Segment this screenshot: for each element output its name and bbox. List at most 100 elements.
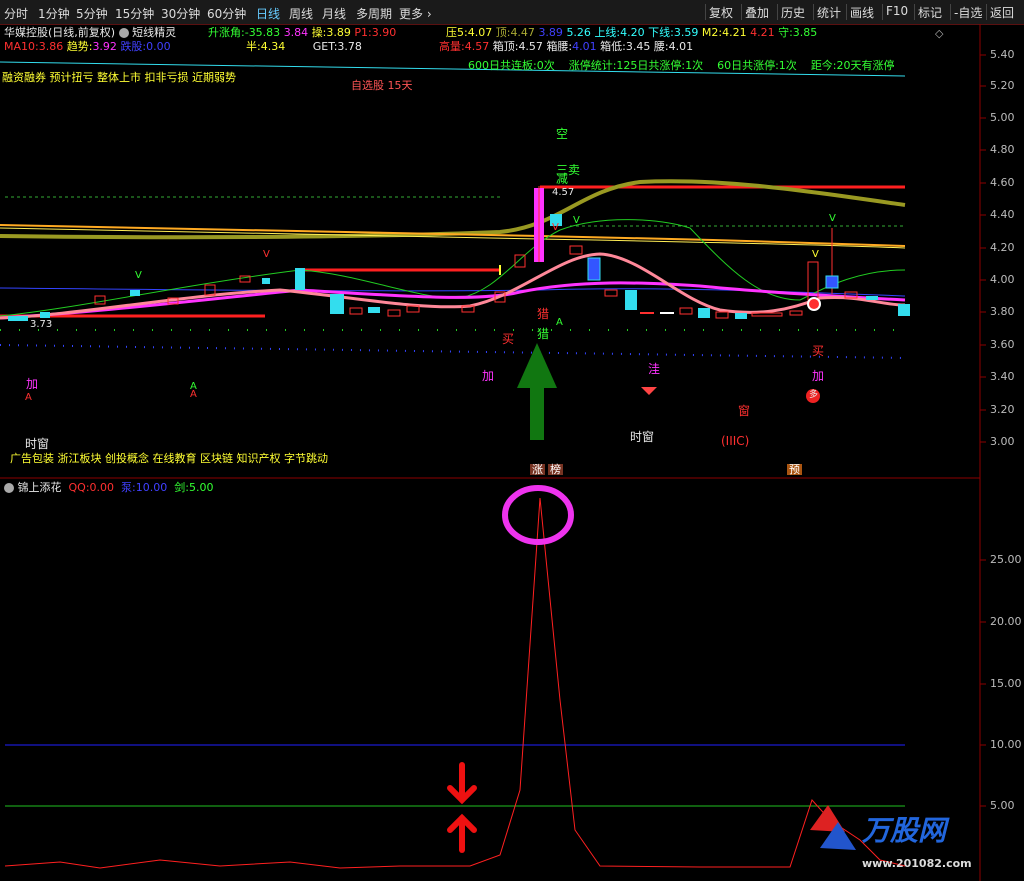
price-tick: 3.60: [990, 338, 1015, 351]
price-tick: 5.40: [990, 48, 1015, 61]
value-label: 上线:: [594, 26, 621, 39]
value-label: 趋势:: [66, 40, 93, 53]
signal-wa: 洼: [648, 362, 661, 376]
signal-v-5: V: [552, 222, 559, 233]
signal-v-3: V: [573, 215, 580, 226]
signal-kong: 空: [556, 127, 569, 141]
price-tick: 4.00: [990, 273, 1015, 286]
candle: [587, 257, 601, 281]
ranking-tag[interactable]: 榜: [548, 464, 563, 475]
time-window-label-2: 时窗: [630, 430, 655, 444]
price-tick: 4.40: [990, 208, 1015, 221]
value-label: 剑:: [174, 481, 189, 494]
double-arrow-red-icon: [447, 762, 477, 853]
signal-lie: 猎: [537, 307, 550, 321]
signal-jian: 减: [556, 172, 569, 186]
signal-a-4: A: [556, 317, 563, 328]
signal-v-6: V: [812, 249, 819, 260]
watchlist-days: 自选股 15天: [351, 79, 413, 92]
value: 4.07: [467, 26, 493, 39]
price-tick: 3.20: [990, 403, 1015, 416]
stat-item: 600日共连板:0次: [468, 59, 555, 72]
value-label: 顶:: [495, 26, 511, 39]
value-label: 箱腰:: [546, 40, 573, 53]
sub-tick: 10.00: [990, 738, 1022, 751]
signal-lie-2: 猎: [537, 327, 550, 341]
price-tick: 5.20: [990, 79, 1015, 92]
indicator-values-2: 压5:4.07 顶:4.47 3.89 5.26 上线:4.20 下线:3.59…: [446, 27, 817, 38]
value: 4.57: [518, 40, 543, 53]
price-tick: 4.20: [990, 241, 1015, 254]
main-header-line2b: 半:4.34 GET:3.78: [246, 41, 362, 52]
value: 4.57: [464, 40, 490, 53]
watermark-brand: 万股网: [862, 814, 947, 847]
value: 3.89: [326, 26, 351, 39]
signal-a-3: A: [190, 389, 197, 400]
diamond-toggle-icon[interactable]: ◇: [935, 28, 943, 39]
value: 3.78: [337, 40, 362, 53]
signal-duo: 多: [809, 390, 819, 400]
signal-v-2: V: [263, 249, 270, 260]
watermark-url: www.201082.com: [862, 857, 972, 870]
price-tick: 3.40: [990, 370, 1015, 383]
concept-tags-top: 融资融券 预计扭亏 整体上市 扣非亏损 近期弱势: [2, 71, 236, 84]
value-label: 操:: [311, 26, 327, 39]
candle: [660, 312, 674, 314]
sub-tick: 25.00: [990, 553, 1022, 566]
diamond-icon: [641, 387, 657, 395]
candle: [262, 278, 270, 284]
value: 3.90: [371, 26, 397, 39]
signal-buy-2: 买: [812, 344, 825, 358]
price-tick: 4.80: [990, 143, 1015, 156]
value: -35.83: [244, 26, 281, 39]
candle: [40, 312, 50, 318]
gear-icon[interactable]: [118, 28, 129, 38]
candle: [94, 295, 106, 305]
kline-chart-canvas[interactable]: [0, 0, 1024, 881]
candle: [368, 307, 380, 313]
sub-indicator-name[interactable]: 锦上添花: [18, 481, 62, 494]
candle: [866, 296, 878, 300]
qq-line: [4, 497, 906, 869]
value: 5.26: [566, 26, 591, 39]
box-values: 高量:4.57 箱顶:4.57 箱腰:4.01 箱低:3.45 腰:4.01: [439, 41, 693, 52]
value: 4.21: [722, 26, 747, 39]
candle: [130, 290, 140, 296]
price-tick: 4.60: [990, 176, 1015, 189]
value-label: 下线:: [648, 26, 674, 39]
candle: [789, 310, 803, 316]
value: 5.00: [188, 481, 214, 494]
time-window-label: 时窗: [25, 437, 50, 451]
value: 0.00: [146, 40, 171, 53]
value: 0.00: [89, 481, 115, 494]
chart-mode: (日线,前复权): [48, 26, 116, 39]
indicator-name[interactable]: 短线精灵: [132, 26, 176, 39]
value-label: 升涨角:: [208, 26, 245, 39]
value: 3.85: [792, 26, 818, 39]
stat-item: 距今:20天有涨停: [810, 59, 895, 72]
value: 3.89: [538, 26, 563, 39]
candle: [735, 313, 747, 319]
sub-tick: 15.00: [990, 677, 1022, 690]
candles: [8, 186, 910, 321]
candle: [751, 312, 783, 317]
value-label: 半:: [246, 40, 261, 53]
value: 3.59: [673, 26, 699, 39]
signal-a: A: [25, 392, 32, 403]
dotted-signal-row: [0, 344, 906, 359]
candle: [349, 307, 363, 315]
value-label: 压5:: [446, 26, 468, 39]
candle: [387, 309, 401, 317]
candle: [640, 312, 654, 314]
gear-icon[interactable]: [4, 483, 14, 493]
value-label: 泵:: [121, 481, 136, 494]
price-tick: 3.80: [990, 305, 1015, 318]
value-label: P1:: [354, 26, 372, 39]
limit-up-tag[interactable]: 涨: [530, 464, 545, 475]
value: 3.45: [625, 40, 651, 53]
value: 10.00: [135, 481, 168, 494]
indicator-values-1: 升涨角:-35.83 3.84 操:3.89 P1:3.90: [208, 27, 396, 38]
candle: [715, 311, 729, 319]
low-price-label: 3.73: [30, 319, 53, 330]
forecast-tag[interactable]: 预: [787, 464, 802, 475]
